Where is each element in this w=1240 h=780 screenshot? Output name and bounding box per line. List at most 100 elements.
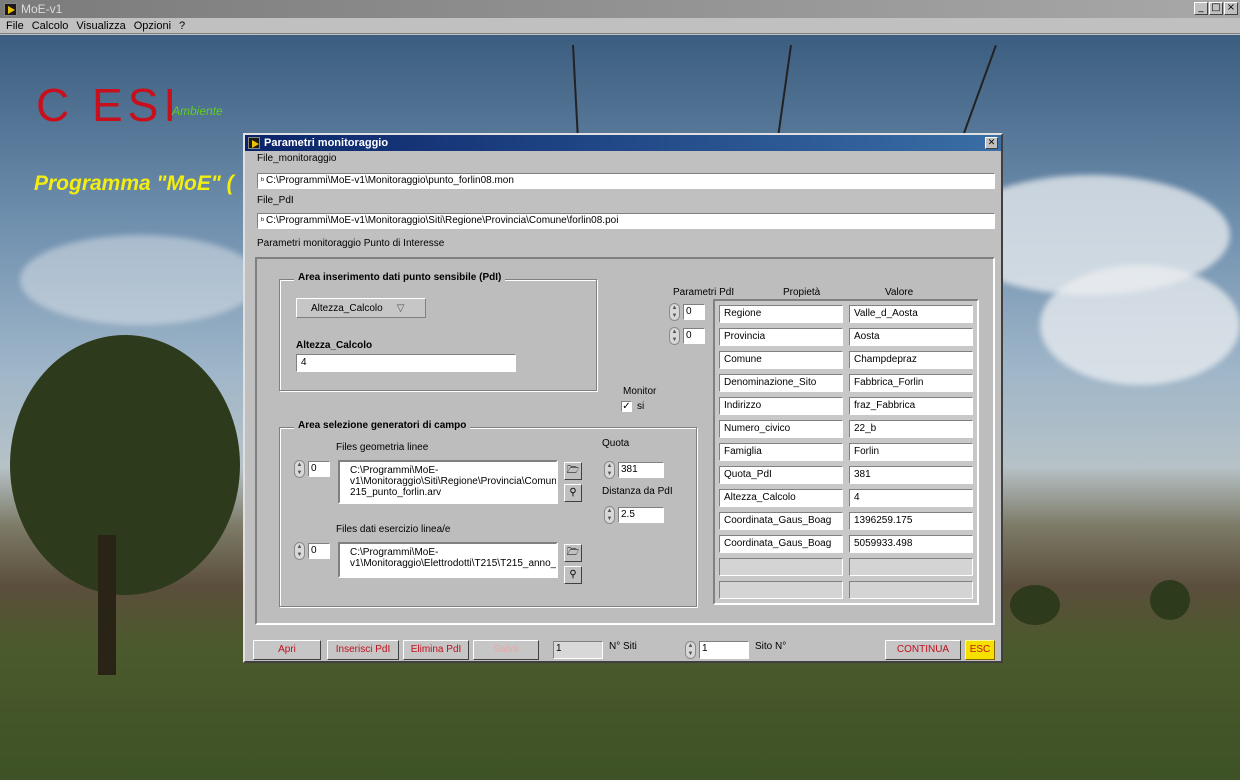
- param-prop-cell[interactable]: Coordinata_Gaus_Boag: [719, 535, 843, 553]
- file-pdl-value: C:\Programmi\MoE-v1\Monitoraggio\Siti\Re…: [266, 215, 619, 226]
- esc-button[interactable]: ESC: [965, 640, 995, 660]
- main-titlebar: MoE-v1 _ □ ×: [0, 0, 1240, 18]
- dialog-app-icon: [248, 137, 260, 149]
- param-spinner-1[interactable]: ▲ ▼: [669, 303, 680, 321]
- menu-help[interactable]: ?: [179, 20, 185, 32]
- quota-spinner[interactable]: ▲ ▼: [604, 461, 615, 479]
- quota-label: Quota: [602, 438, 630, 449]
- param-prop-cell[interactable]: Regione: [719, 305, 843, 323]
- sito-value[interactable]: 1: [699, 641, 749, 659]
- folder-open-icon[interactable]: 🗁: [564, 544, 582, 562]
- inserisci-pdl-button[interactable]: Inserisci PdI: [327, 640, 399, 660]
- param-prop-cell[interactable]: Provincia: [719, 328, 843, 346]
- param-value-cell[interactable]: Forlin: [849, 443, 973, 461]
- distanza-value[interactable]: 2.5: [618, 507, 664, 523]
- param-spinner-2[interactable]: ▲ ▼: [669, 327, 680, 345]
- param-value-cell[interactable]: [849, 581, 973, 599]
- menu-opzioni[interactable]: Opzioni: [134, 20, 171, 32]
- minimize-button[interactable]: _: [1194, 2, 1208, 15]
- menu-file[interactable]: File: [6, 20, 24, 32]
- folder-open-icon[interactable]: 🗁: [564, 462, 582, 480]
- file-pdl-label: File_PdI: [257, 195, 294, 206]
- param-index-2[interactable]: 0: [683, 328, 705, 344]
- param-value-cell[interactable]: 4: [849, 489, 973, 507]
- window-controls: _ □ ×: [1194, 2, 1238, 15]
- param-value-cell[interactable]: Valle_d_Aosta: [849, 305, 973, 323]
- area-pdl-group: Area inserimento dati punto sensibile (P…: [279, 272, 597, 391]
- param-prop-cell[interactable]: [719, 558, 843, 576]
- maximize-button[interactable]: □: [1209, 2, 1223, 15]
- app-icon: [4, 2, 17, 16]
- altezza-calcolo-label: Altezza_Calcolo: [296, 340, 373, 351]
- altezza-calcolo-field[interactable]: 4: [296, 354, 516, 372]
- esercizio-index-spinner[interactable]: ▲ ▼: [294, 542, 305, 560]
- apri-button[interactable]: Apri: [253, 640, 321, 660]
- param-index-1[interactable]: 0: [683, 304, 705, 320]
- esercizio-path-field[interactable]: C:\Programmi\MoE-v1\Monitoraggio\Elettro…: [338, 542, 558, 578]
- elimina-pdl-button[interactable]: Elimina PdI: [403, 640, 469, 660]
- param-prop-cell[interactable]: Indirizzo: [719, 397, 843, 415]
- pdl-field-dropdown[interactable]: Altezza_Calcolo ▽: [296, 298, 426, 318]
- param-value-cell[interactable]: 5059933.498: [849, 535, 973, 553]
- geom-path-field[interactable]: C:\Programmi\MoE-v1\Monitoraggio\Siti\Re…: [338, 460, 558, 504]
- area-generatori-group: Area selezione generatori di campo Files…: [279, 420, 697, 607]
- tree: [10, 335, 240, 595]
- dialog-close-button[interactable]: ✕: [985, 137, 998, 149]
- esercizio-index[interactable]: 0: [308, 543, 330, 559]
- salva-button[interactable]: Salva: [473, 640, 539, 660]
- param-prop-cell[interactable]: Quota_PdI: [719, 466, 843, 484]
- close-button[interactable]: ×: [1224, 2, 1238, 15]
- tree: [1010, 585, 1060, 625]
- magnifier-icon[interactable]: ⚲: [564, 484, 582, 502]
- params-table: Regione Valle_d_Aosta Provincia Aosta Comune…: [713, 299, 979, 605]
- param-value-cell[interactable]: [849, 558, 973, 576]
- parametri-dialog: Parametri monitoraggio ✕ File_monitoragg…: [243, 133, 1003, 663]
- n-siti-label: N° Siti: [609, 641, 637, 652]
- params-header: Parametri PdI: [673, 287, 735, 298]
- distanza-spinner[interactable]: ▲ ▼: [604, 506, 615, 524]
- param-value-cell[interactable]: Fabbrica_Forlin: [849, 374, 973, 392]
- sito-label: Sito N°: [755, 641, 787, 652]
- distanza-label: Distanza da PdI: [602, 486, 673, 497]
- param-prop-cell[interactable]: Comune: [719, 351, 843, 369]
- geom-index[interactable]: 0: [308, 461, 330, 477]
- file-icon: ᵇ: [261, 176, 265, 185]
- menubar: File Calcolo Visualizza Opzioni ?: [0, 18, 1240, 34]
- param-value-cell[interactable]: fraz_Fabbrica: [849, 397, 973, 415]
- monitor-label: Monitor: [623, 386, 657, 397]
- program-title: Programma "MoE" (: [34, 172, 234, 195]
- file-pdl-path[interactable]: ᵇ C:\Programmi\MoE-v1\Monitoraggio\Siti\R…: [257, 213, 995, 229]
- file-monitoraggio-path[interactable]: ᵇ C:\Programmi\MoE-v1\Monitoraggio\punto_…: [257, 173, 995, 189]
- parameters-panel: Area inserimento dati punto sensibile (P…: [255, 257, 995, 625]
- menu-calcolo[interactable]: Calcolo: [32, 20, 69, 32]
- val-header: Valore: [885, 287, 914, 298]
- param-value-cell[interactable]: 1396259.175: [849, 512, 973, 530]
- file-monitoraggio-label: File_monitoraggio: [257, 153, 337, 164]
- magnifier-icon[interactable]: ⚲: [564, 566, 582, 584]
- monitor-checkbox[interactable]: ✓: [621, 401, 632, 412]
- tree-trunk: [98, 535, 116, 675]
- param-prop-cell[interactable]: Famiglia: [719, 443, 843, 461]
- param-value-cell[interactable]: Aosta: [849, 328, 973, 346]
- dropdown-value: Altezza_Calcolo: [311, 302, 383, 314]
- geom-index-spinner[interactable]: ▲ ▼: [294, 460, 305, 478]
- param-value-cell[interactable]: 381: [849, 466, 973, 484]
- param-prop-cell[interactable]: [719, 581, 843, 599]
- power-line: [776, 45, 792, 145]
- quota-value[interactable]: 381: [618, 462, 664, 478]
- prop-header: Propietà: [783, 287, 821, 298]
- param-prop-cell[interactable]: Denominazione_Sito: [719, 374, 843, 392]
- sito-spinner[interactable]: ▲ ▼: [685, 641, 696, 659]
- param-prop-cell[interactable]: Numero_civico: [719, 420, 843, 438]
- dialog-titlebar: Parametri monitoraggio: [245, 135, 1001, 151]
- param-prop-cell[interactable]: Altezza_Calcolo: [719, 489, 843, 507]
- n-siti-value: 1: [553, 641, 603, 659]
- param-value-cell[interactable]: 22_b: [849, 420, 973, 438]
- param-prop-cell[interactable]: Coordinata_Gaus_Boag: [719, 512, 843, 530]
- geom-path: C:\Programmi\MoE-v1\Monitoraggio\Siti\Re…: [350, 465, 557, 498]
- geom-label: Files geometria linee: [336, 442, 429, 453]
- cloud: [1040, 265, 1240, 385]
- continua-button[interactable]: CONTINUA: [885, 640, 961, 660]
- menu-visualizza[interactable]: Visualizza: [76, 20, 125, 32]
- param-value-cell[interactable]: Champdepraz: [849, 351, 973, 369]
